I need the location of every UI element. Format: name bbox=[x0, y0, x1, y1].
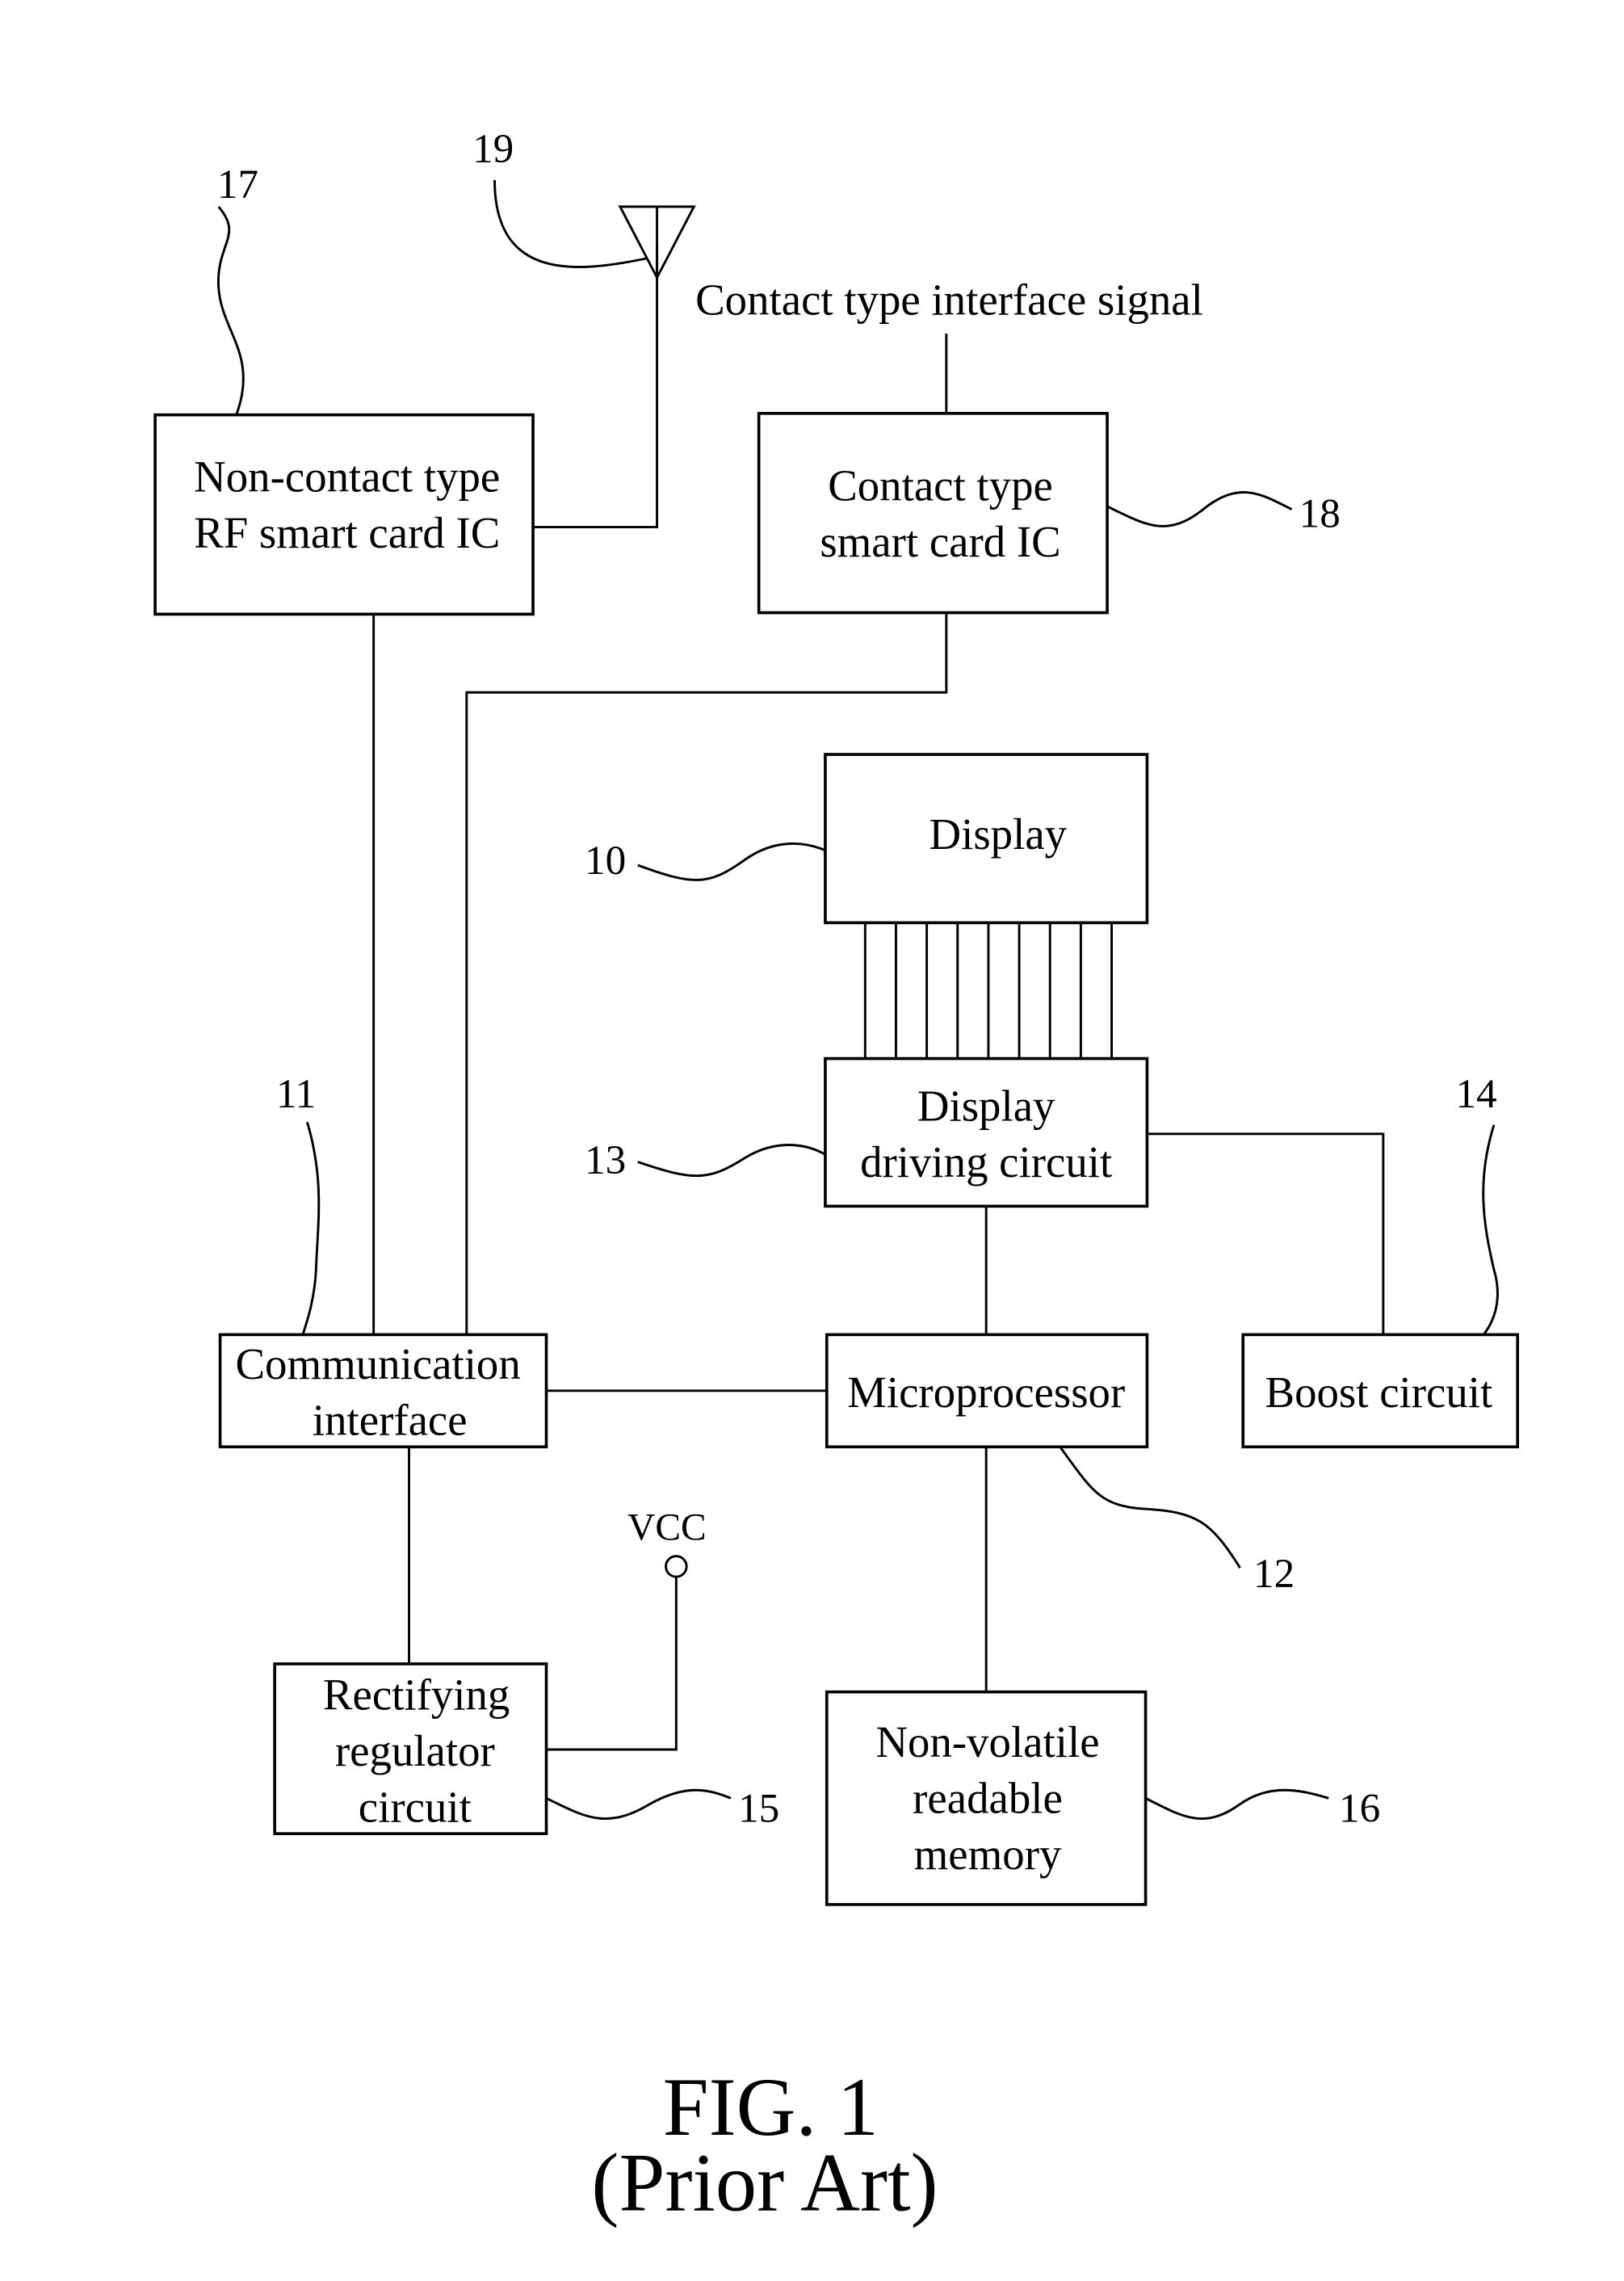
nvm-label-line1: Non-volatile bbox=[875, 1717, 1099, 1766]
leader-10 bbox=[637, 842, 826, 881]
figure-subcaption: (Prior Art) bbox=[591, 2137, 938, 2228]
leader-18 bbox=[1106, 491, 1293, 527]
leader-13 bbox=[637, 1144, 826, 1178]
contact-smart-card-ic-block bbox=[757, 411, 1109, 615]
ref-10: 10 bbox=[585, 838, 626, 884]
rect-label-line1: Rectifying bbox=[323, 1670, 510, 1720]
rect-label-line3: circuit bbox=[359, 1783, 472, 1832]
driver-label-line2: driving circuit bbox=[860, 1137, 1112, 1187]
leader-19 bbox=[493, 179, 648, 268]
ref-16: 16 bbox=[1339, 1786, 1380, 1832]
ref-18: 18 bbox=[1299, 491, 1341, 537]
comm-label-line2: interface bbox=[313, 1396, 468, 1445]
boost-label: Boost circuit bbox=[1265, 1367, 1493, 1417]
driver-label-line1: Display bbox=[917, 1081, 1055, 1130]
leader-14 bbox=[1482, 1124, 1499, 1336]
rectifier-to-vcc-wire bbox=[546, 1577, 678, 1751]
rf-ic-label-line1: Non-contact type bbox=[194, 452, 500, 502]
micro-label: Microprocessor bbox=[847, 1367, 1125, 1417]
contact-signal-label: Contact type interface signal bbox=[695, 275, 1203, 324]
ref-11: 11 bbox=[276, 1071, 316, 1117]
nvm-label-line3: memory bbox=[914, 1829, 1062, 1879]
ref-19: 19 bbox=[472, 126, 514, 172]
driver-to-boost-wire bbox=[1147, 1132, 1385, 1335]
ref-12: 12 bbox=[1253, 1551, 1295, 1597]
nvm-label-line2: readable bbox=[913, 1774, 1063, 1823]
leader-11 bbox=[301, 1121, 321, 1335]
display-label: Display bbox=[929, 809, 1068, 859]
ref-17: 17 bbox=[217, 162, 258, 208]
rect-label-line2: regulator bbox=[335, 1726, 495, 1775]
ref-13: 13 bbox=[585, 1137, 626, 1183]
comm-label-line1: Communication bbox=[235, 1339, 520, 1388]
rf-ic-label-line2: RF smart card IC bbox=[194, 508, 500, 557]
display-bus bbox=[863, 922, 1114, 1059]
leader-17 bbox=[217, 205, 245, 416]
vcc-terminal-icon bbox=[665, 1555, 688, 1578]
ref-15: 15 bbox=[738, 1786, 779, 1832]
leader-15 bbox=[545, 1788, 732, 1821]
ref-14: 14 bbox=[1455, 1071, 1496, 1117]
vcc-label: VCC bbox=[627, 1506, 707, 1548]
contact-ic-label-line2: smart card IC bbox=[820, 517, 1060, 566]
leader-12 bbox=[1059, 1446, 1241, 1569]
block-diagram: Non-contact type RF smart card IC Contac… bbox=[153, 126, 1520, 2228]
leader-16 bbox=[1144, 1788, 1329, 1820]
antenna-feed-wire bbox=[533, 243, 659, 528]
contact-to-comm-wire bbox=[465, 612, 948, 1335]
antenna-icon bbox=[618, 205, 696, 280]
contact-ic-label-line1: Contact type bbox=[828, 461, 1053, 510]
